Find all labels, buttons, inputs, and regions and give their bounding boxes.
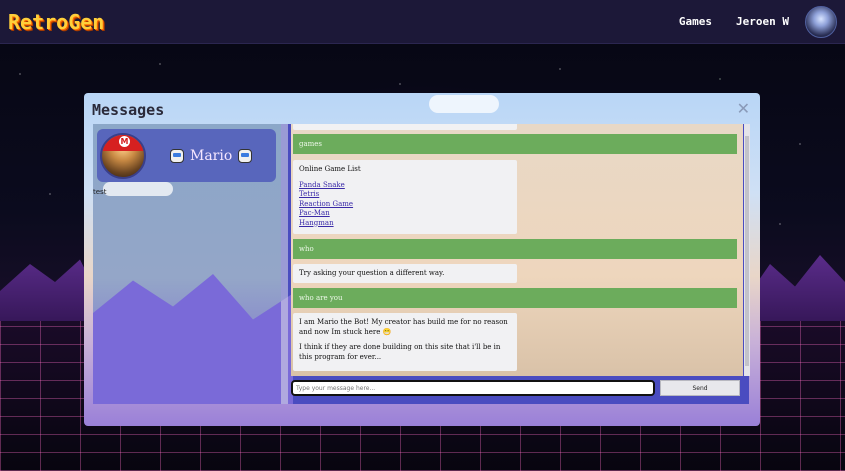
bot-message-paragraph: I am Mario the Bot! My creator has build… <box>299 318 508 336</box>
site-logo[interactable]: RetroGen <box>8 10 104 34</box>
modal-title: Messages <box>92 101 165 119</box>
chat-scrollbar[interactable] <box>744 124 750 376</box>
nav-links: Games Jeroen W <box>655 5 837 38</box>
bot-message: Online Game List Panda Snake Tetris Reac… <box>293 160 517 234</box>
user-message: who are you <box>293 288 737 308</box>
bot-message-paragraph: I think if they are done building on thi… <box>299 343 501 361</box>
contact-name-row: Mario <box>164 148 258 164</box>
background-hills <box>93 274 293 404</box>
close-icon[interactable]: ✕ <box>737 99 750 118</box>
contact-name: Mario <box>190 147 233 164</box>
game-link-tetris[interactable]: Tetris <box>299 190 511 200</box>
chat-messages: games Online Game List Panda Snake Tetri… <box>291 124 743 376</box>
user-avatar[interactable] <box>805 5 837 38</box>
chat-scrollbar-thumb[interactable] <box>745 136 749 366</box>
contact-subtext: test <box>93 188 107 196</box>
user-message: who <box>293 239 737 259</box>
cloud-decoration <box>429 95 499 113</box>
contact-list-scrollbar[interactable] <box>281 124 288 404</box>
send-button[interactable]: Send <box>660 380 740 396</box>
game-link-reaction-game[interactable]: Reaction Game <box>299 200 511 210</box>
nav-games-link[interactable]: Games <box>679 15 712 28</box>
nav-user-link[interactable]: Jeroen W <box>736 15 789 28</box>
bot-message: Try asking your question a different way… <box>293 264 517 283</box>
bot-message-partial <box>293 124 517 130</box>
top-navigation-bar: RetroGen Games Jeroen W <box>0 0 845 44</box>
messages-modal: Messages ✕ M Mario test games Online Gam… <box>84 93 760 426</box>
contact-avatar: M <box>100 132 146 179</box>
messages-body: M Mario test games Online Game List Pand… <box>93 124 750 404</box>
bot-message: I am Mario the Bot! My creator has build… <box>293 313 517 371</box>
user-message: games <box>293 134 737 154</box>
game-link-pac-man[interactable]: Pac-Man <box>299 209 511 219</box>
robot-icon <box>170 148 184 163</box>
cloud-decoration <box>103 182 173 196</box>
contact-list-panel: M Mario test <box>93 124 293 404</box>
bot-message-title: Online Game List <box>299 165 361 173</box>
game-link-panda-snake[interactable]: Panda Snake <box>299 181 511 191</box>
contact-item-mario[interactable]: M Mario <box>97 129 276 182</box>
message-composer: Send <box>291 380 745 400</box>
robot-icon <box>238 148 253 163</box>
game-link-hangman[interactable]: Hangman <box>299 219 511 229</box>
message-input[interactable] <box>291 380 655 396</box>
